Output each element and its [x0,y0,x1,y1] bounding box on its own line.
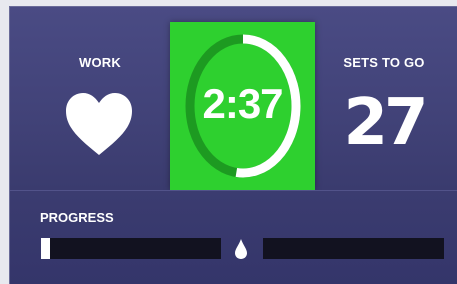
timer-value: 2:37 [202,80,283,127]
progress-bar [41,238,221,259]
progress-label: PROGRESS [40,210,114,225]
sets-to-go-value: 27 [343,86,428,160]
sets-to-go-label: SETS TO GO [343,55,425,70]
progress-fill [41,238,50,259]
heart-icon [66,93,132,155]
stats-panel: WORK 2:37 SETS TO GO 27 [10,7,457,190]
timer-panel: 2:37 [170,22,315,190]
work-label: WORK [79,55,121,70]
progress-panel: PROGRESS [10,190,457,284]
progress-bar-remaining [263,238,444,259]
drop-icon [235,239,247,259]
workout-screen: WORK 2:37 SETS TO GO 27 PROGRESS [9,6,457,284]
